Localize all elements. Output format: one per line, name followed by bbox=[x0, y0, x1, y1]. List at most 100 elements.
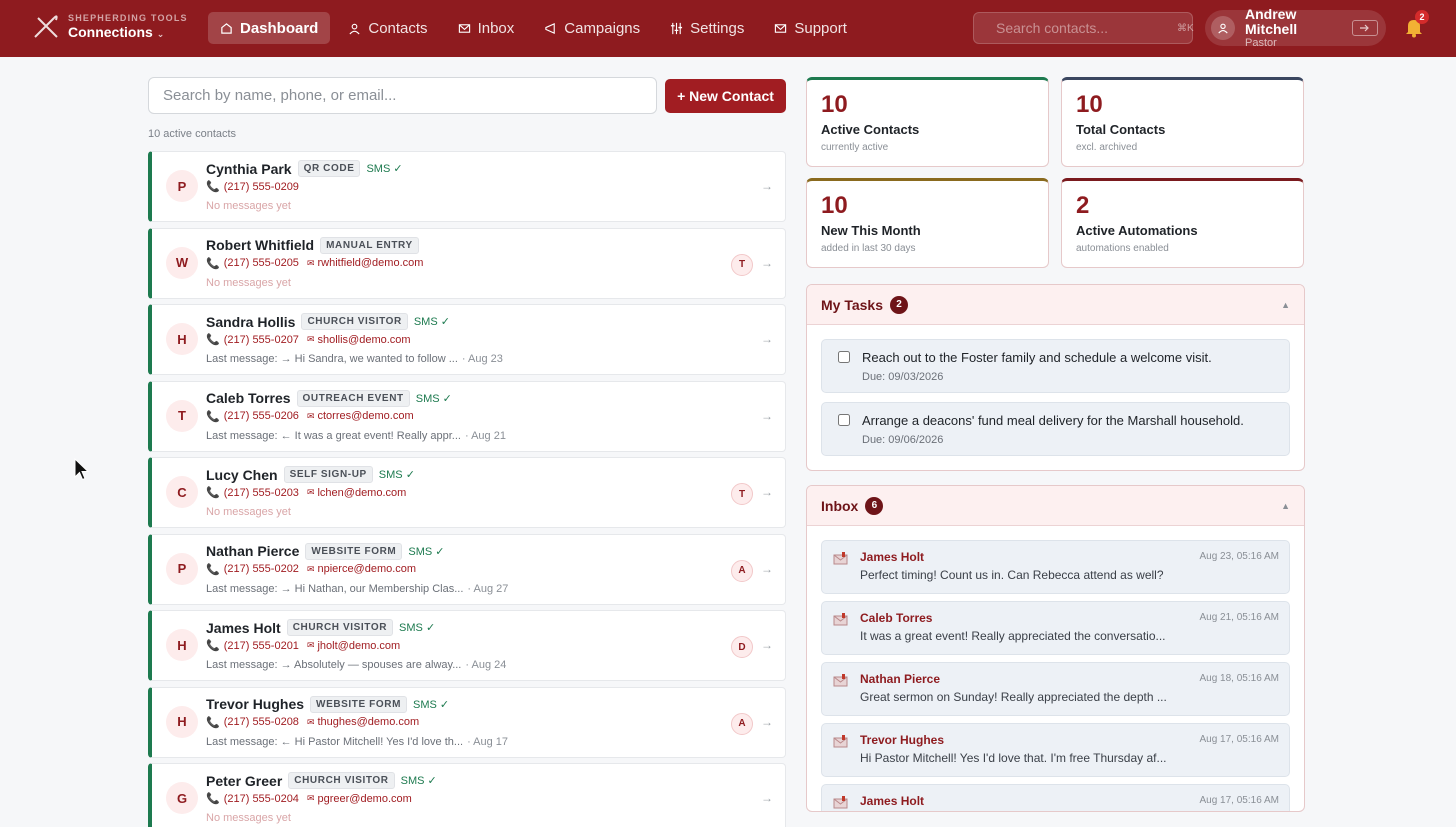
contact-phone[interactable]: (217) 555-0208 bbox=[224, 716, 299, 728]
mail-icon: ✉ bbox=[306, 716, 315, 727]
contact-name[interactable]: Trevor Hughes bbox=[206, 696, 304, 712]
nav-contacts[interactable]: Contacts bbox=[336, 12, 439, 44]
open-contact-arrow-icon[interactable]: → bbox=[761, 179, 773, 193]
last-message-text: Last message: ← Hi Pastor Mitchell! Yes … bbox=[206, 735, 464, 748]
avatar bbox=[1211, 16, 1235, 40]
assignee-badge: T bbox=[731, 483, 753, 505]
brand[interactable]: SHEPHERDING TOOLS Connections ⌄ bbox=[32, 12, 188, 40]
nav-campaigns[interactable]: Campaigns bbox=[532, 12, 652, 44]
contact-email[interactable]: lchen@demo.com bbox=[317, 487, 406, 499]
contact-row[interactable]: W Robert Whitfield MANUAL ENTRY 📞 (217) 555-… bbox=[148, 227, 786, 299]
tasks-panel-header[interactable]: My Tasks 2 ▲ bbox=[807, 285, 1304, 325]
contact-row[interactable]: H Trevor Hughes WEBSITE FORM SMS ✓ 📞 (217) 55… bbox=[148, 686, 786, 758]
message-preview: Hi Pastor Mitchell! Yes I'd love that. I… bbox=[860, 751, 1167, 765]
contact-row[interactable]: P Cynthia Park QR CODE SMS ✓ 📞 (217) 555-0209… bbox=[148, 151, 786, 222]
contact-row[interactable]: T Caleb Torres OUTREACH EVENT SMS ✓ 📞 (217) 5… bbox=[148, 380, 786, 452]
contact-email[interactable]: thughes@demo.com bbox=[317, 716, 419, 728]
contact-row[interactable]: H James Holt CHURCH VISITOR SMS ✓ 📞 (217) 555… bbox=[148, 610, 786, 681]
inbox-panel-header[interactable]: Inbox 6 ▲ bbox=[807, 486, 1304, 526]
contact-email[interactable]: shollis@demo.com bbox=[317, 334, 410, 346]
stat-card-active-automations: 2 Active Automations automations enabled bbox=[1061, 178, 1304, 268]
contact-phone[interactable]: (217) 555-0205 bbox=[224, 257, 299, 269]
contact-phone[interactable]: (217) 555-0202 bbox=[224, 563, 299, 575]
open-contact-arrow-icon[interactable]: → bbox=[761, 791, 773, 805]
task-checkbox[interactable] bbox=[838, 414, 850, 426]
contact-name[interactable]: Nathan Pierce bbox=[206, 543, 299, 559]
task-checkbox[interactable] bbox=[838, 351, 850, 363]
collapse-icon[interactable]: ▲ bbox=[1281, 501, 1290, 511]
last-message-text: No messages yet bbox=[206, 200, 291, 212]
contact-row[interactable]: P Nathan Pierce WEBSITE FORM SMS ✓ 📞 (217) 55… bbox=[148, 533, 786, 605]
mail-icon bbox=[458, 23, 470, 33]
task-item: Reach out to the Foster family and sched… bbox=[821, 339, 1290, 393]
brand-subtitle: SHEPHERDING TOOLS bbox=[68, 12, 188, 23]
contact-email[interactable]: pgreer@demo.com bbox=[317, 793, 411, 805]
sms-opt-in-badge: SMS ✓ bbox=[378, 469, 415, 481]
open-contact-arrow-icon[interactable]: → bbox=[761, 332, 773, 346]
open-contact-arrow-icon[interactable]: → bbox=[761, 562, 773, 576]
contact-email[interactable]: jholt@demo.com bbox=[317, 640, 400, 652]
stat-label: New This Month bbox=[821, 223, 921, 238]
open-contact-arrow-icon[interactable]: → bbox=[761, 485, 773, 499]
nav-support[interactable]: Support bbox=[762, 12, 859, 44]
sms-opt-in-badge: SMS ✓ bbox=[413, 698, 450, 711]
contact-name[interactable]: Sandra Hollis bbox=[206, 314, 295, 330]
mail-icon: ✉ bbox=[306, 793, 315, 803]
global-search[interactable]: ⌘K bbox=[973, 12, 1194, 44]
open-contact-arrow-icon[interactable]: → bbox=[761, 638, 773, 652]
inbox-count-badge: 6 bbox=[865, 496, 884, 515]
stat-value: 10 bbox=[1076, 91, 1103, 118]
stat-subtitle: currently active bbox=[821, 142, 889, 153]
assignee-badge: T bbox=[731, 253, 753, 276]
user-menu[interactable]: Andrew Mitchell Pastor bbox=[1205, 7, 1386, 49]
mail-icon: ✉ bbox=[306, 487, 315, 497]
envelope-icon bbox=[833, 674, 848, 687]
inbox-message[interactable]: Trevor Hughes Aug 17, 05:16 AM Hi Pastor M… bbox=[821, 723, 1290, 777]
contact-row[interactable]: C Lucy Chen SELF SIGN-UP SMS ✓ 📞 (217) 555-02… bbox=[148, 457, 786, 528]
last-message-date: · Aug 24 bbox=[465, 659, 507, 671]
contact-phone[interactable]: (217) 555-0203 bbox=[224, 487, 299, 499]
contact-name[interactable]: James Holt bbox=[206, 620, 281, 636]
contact-name[interactable]: Peter Greer bbox=[206, 773, 282, 789]
inbox-message[interactable]: Caleb Torres Aug 21, 05:16 AM It was a gre… bbox=[821, 601, 1290, 655]
new-contact-button[interactable]: + New Contact bbox=[665, 79, 786, 113]
contact-phone[interactable]: (217) 555-0207 bbox=[224, 334, 299, 346]
global-search-input[interactable] bbox=[996, 20, 1177, 36]
mail-icon: ✉ bbox=[306, 334, 315, 344]
contact-row[interactable]: H Sandra Hollis CHURCH VISITOR SMS ✓ 📞 (217) … bbox=[148, 304, 786, 375]
contact-phone[interactable]: (217) 555-0206 bbox=[224, 410, 299, 422]
stat-value: 2 bbox=[1076, 192, 1090, 219]
contact-email[interactable]: ctorres@demo.com bbox=[317, 410, 413, 422]
sms-opt-in-badge: SMS ✓ bbox=[415, 392, 452, 405]
contact-email[interactable]: rwhitfield@demo.com bbox=[317, 257, 423, 269]
nav-dashboard[interactable]: Dashboard bbox=[208, 12, 331, 44]
contact-search-input[interactable] bbox=[148, 77, 657, 114]
open-contact-arrow-icon[interactable]: → bbox=[761, 256, 773, 270]
inbox-message[interactable]: James Holt Aug 17, 05:16 AM bbox=[821, 784, 1290, 811]
contact-name[interactable]: Robert Whitfield bbox=[206, 237, 314, 253]
open-contact-arrow-icon[interactable]: → bbox=[761, 409, 773, 423]
nav-settings[interactable]: Settings bbox=[658, 12, 756, 44]
last-message-preview: No messages yet bbox=[206, 812, 291, 824]
last-message-text: Last message: ← It was a great event! Re… bbox=[206, 429, 461, 442]
stat-label: Total Contacts bbox=[1076, 122, 1166, 137]
contact-phone[interactable]: (217) 555-0209 bbox=[224, 181, 299, 193]
stat-card-total-contacts: 10 Total Contacts excl. archived bbox=[1061, 77, 1304, 167]
contact-phone[interactable]: (217) 555-0201 bbox=[224, 640, 299, 652]
nav-inbox[interactable]: Inbox bbox=[446, 12, 527, 44]
contact-row[interactable]: G Peter Greer CHURCH VISITOR SMS ✓ 📞 (217) 55… bbox=[148, 763, 786, 827]
contact-name[interactable]: Cynthia Park bbox=[206, 161, 292, 177]
inbox-message[interactable]: James Holt Aug 23, 05:16 AM Perfect timing… bbox=[821, 540, 1290, 594]
open-contact-arrow-icon[interactable]: → bbox=[761, 715, 773, 729]
contact-phone[interactable]: (217) 555-0204 bbox=[224, 793, 299, 805]
contact-name[interactable]: Caleb Torres bbox=[206, 390, 291, 406]
contact-name[interactable]: Lucy Chen bbox=[206, 467, 278, 483]
collapse-icon[interactable]: ▲ bbox=[1281, 300, 1290, 310]
inbox-message[interactable]: Nathan Pierce Aug 18, 05:16 AM Great sermo… bbox=[821, 662, 1290, 716]
logout-button[interactable] bbox=[1352, 20, 1378, 36]
phone-icon: 📞 bbox=[206, 640, 220, 652]
contact-email[interactable]: npierce@demo.com bbox=[317, 563, 416, 575]
contact-avatar: T bbox=[166, 399, 198, 432]
message-sender: Trevor Hughes bbox=[860, 733, 945, 747]
contact-avatar: W bbox=[166, 246, 198, 279]
